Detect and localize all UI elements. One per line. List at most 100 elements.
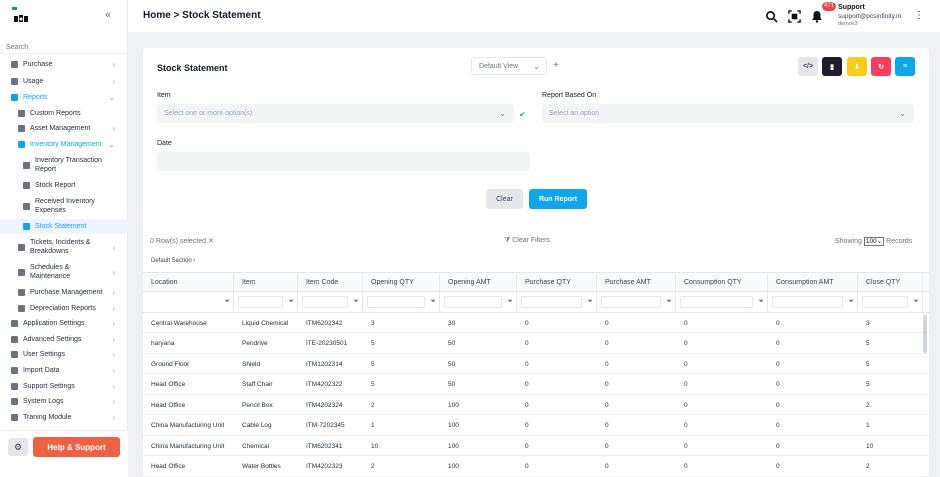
sidebar-item-inventory-transaction-report[interactable]: Inventory Transaction Report	[0, 154, 128, 176]
view-select[interactable]: Default View ⌄	[471, 57, 547, 75]
settings-gear-button[interactable]: ⚙	[8, 438, 28, 456]
filter-icon[interactable]: ⏷	[353, 298, 359, 306]
sidebar-item-reports[interactable]: Reports ⌄	[0, 90, 128, 105]
page-size-select[interactable]: 100⌄	[863, 237, 885, 246]
sidebar-item-inventory-management[interactable]: Inventory Management ⌄	[0, 137, 128, 152]
sidebar-search-input[interactable]: Search	[6, 44, 28, 51]
sidebar-item-import-data[interactable]: Import Data ›	[0, 363, 128, 378]
download-button[interactable]: ⬇	[847, 57, 867, 76]
date-field[interactable]	[157, 152, 530, 171]
sidebar-item-label: Inventory Transaction Report	[35, 157, 102, 173]
table-row[interactable]: Central Warehouse Liquid Chemical ITM62023…	[143, 313, 929, 333]
column-header[interactable]: Consumption QTY	[676, 272, 768, 292]
column-header[interactable]: Opening QTY	[363, 272, 440, 292]
search-icon[interactable]	[764, 9, 778, 23]
sidebar-item-advanced-settings[interactable]: Advanced Settings ›	[0, 332, 128, 347]
filter-icon[interactable]: ⏷	[758, 298, 764, 306]
column-header[interactable]: Consumption AMT	[768, 272, 858, 292]
table-scrollbar[interactable]	[923, 315, 927, 353]
filter-icon[interactable]: ⏷	[430, 298, 436, 306]
column-filter: ⏷	[143, 292, 234, 313]
chevron-right-icon: ›	[112, 382, 115, 391]
table-cell: 0	[684, 360, 688, 368]
user-name[interactable]: Support	[838, 4, 865, 11]
sidebar-item-system-logs[interactable]: System Logs ›	[0, 394, 128, 409]
filter-icon[interactable]: ⏷	[507, 298, 513, 306]
column-header[interactable]: Opening AMT	[440, 272, 517, 292]
table-row[interactable]: Head Office Pencil Box ITM4202324 2 100 0 0 0 0 2	[143, 395, 929, 415]
scan-icon[interactable]	[787, 9, 801, 23]
sidebar-item-stock-statement[interactable]: Stock Statement	[0, 219, 128, 234]
filter-icon[interactable]: ⏷	[666, 298, 672, 306]
sidebar-item-usage[interactable]: Usage ›	[0, 74, 128, 89]
sidebar-item-support-settings[interactable]: Support Settings ›	[0, 379, 128, 394]
column-header[interactable]: Purchase AMT	[597, 272, 676, 292]
add-view-icon[interactable]: +	[553, 60, 559, 71]
bell-icon[interactable]	[810, 9, 824, 23]
check-icon[interactable]: ✔	[519, 110, 526, 119]
table-row[interactable]: Ground Floor Shield ITM1202314 5 50 0 0 0 0 5	[143, 354, 929, 374]
filter-icon[interactable]: ⏷	[848, 298, 854, 306]
table-cell: 0	[525, 381, 529, 388]
sidebar-item-asset-management[interactable]: Asset Management ›	[0, 121, 128, 136]
list-button[interactable]: ≡	[895, 57, 915, 76]
item-multiselect[interactable]: Select one or more option(s) ⌄	[157, 104, 514, 123]
table-row[interactable]: China Manufacturing Unit Chemical ITM62023…	[143, 436, 929, 456]
sidebar-item-schedules[interactable]: Schedules & Maintenance ›	[0, 261, 128, 283]
sidebar-item-stock-report[interactable]: Stock Report	[0, 178, 128, 193]
table-cell: 5	[866, 381, 870, 388]
column-header[interactable]: Location	[143, 272, 234, 292]
filter-icon[interactable]: ⏷	[913, 298, 919, 306]
column-header[interactable]: Item	[234, 272, 298, 292]
embed-code-button[interactable]: </>	[798, 57, 818, 76]
filter-icon[interactable]: ⏷	[587, 298, 593, 306]
sidebar-item-label: Purchase	[23, 61, 53, 68]
clear-selection-icon[interactable]: ✕	[208, 238, 214, 245]
sidebar-item-application-settings[interactable]: Application Settings ›	[0, 316, 128, 331]
table-row[interactable]: haryana Pendrive ITE-20230501 5 50 0 0 0 0 5	[143, 334, 929, 354]
column-header[interactable]: Purchase QTY	[517, 272, 597, 292]
column-filter-input[interactable]	[601, 296, 661, 308]
view-select-value: Default View	[479, 62, 519, 70]
help-support-button[interactable]: Help & Support	[33, 437, 120, 457]
column-filter-input[interactable]	[680, 296, 753, 308]
column-filter-input[interactable]	[444, 296, 502, 308]
sidebar-item-custom-reports[interactable]: Custom Reports	[0, 106, 128, 121]
table-row[interactable]: Head Office Staff Chair ITM4202322 5 50 0 0 0 0 5	[143, 375, 929, 395]
filter-icon[interactable]: ⏷	[288, 298, 294, 306]
run-report-button[interactable]: Run Report	[529, 189, 587, 209]
sidebar-item-depreciation-reports[interactable]: Depreciation Reports ›	[0, 301, 128, 316]
sidebar-item-label: User Settings	[23, 351, 66, 358]
sidebar-item-purchase[interactable]: Purchase ›	[0, 59, 128, 70]
table-cell: Shield	[242, 360, 261, 368]
collapse-sidebar-icon[interactable]: «	[105, 9, 111, 21]
sidebar-item-user-settings[interactable]: User Settings ›	[0, 347, 128, 362]
sidebar-item-tickets[interactable]: Tickets, Incidents & Breakdowns ›	[0, 236, 128, 258]
clear-button[interactable]: Clear	[486, 189, 523, 209]
table-cell: 0	[776, 422, 780, 429]
table-row[interactable]: China Manufacturing Unit Cable Log ITM-720…	[143, 416, 929, 436]
column-header[interactable]: Item Code	[298, 272, 363, 292]
pdf-export-button[interactable]: ▮	[822, 57, 842, 76]
column-filter-input[interactable]	[521, 296, 582, 308]
sidebar-item-training-module[interactable]: Traning Module ›	[0, 410, 128, 425]
asset-icon	[18, 125, 25, 132]
table-row[interactable]: Head Office Water Bottles ITM4202323 2 100 0 0…	[143, 457, 929, 477]
sidebar-item-purchase-management[interactable]: Purchase Management ›	[0, 285, 128, 300]
refresh-button[interactable]: ↻	[871, 57, 891, 76]
filter-icon[interactable]: ⏷	[224, 298, 230, 306]
report-based-select[interactable]: Select an option ⌄	[542, 104, 914, 123]
column-filter-input[interactable]	[367, 296, 425, 308]
table-cell: 1	[866, 422, 870, 429]
column-filter-input[interactable]	[302, 296, 348, 308]
sidebar-item-received-inventory-expenses[interactable]: Received Inventory Expenses	[0, 195, 128, 217]
table-cell: 0	[525, 340, 529, 347]
document-icon	[23, 161, 30, 169]
section-toggle[interactable]: Default Section ‹	[151, 258, 195, 264]
column-header[interactable]: Close QTY	[858, 272, 923, 292]
clear-filters-button[interactable]: ⧩ Clear Filters	[504, 237, 550, 245]
column-filter-input[interactable]	[862, 296, 908, 308]
more-menu-icon[interactable]: ⋮	[914, 10, 924, 21]
column-filter-input[interactable]	[772, 296, 843, 308]
column-filter-input[interactable]	[238, 296, 283, 308]
